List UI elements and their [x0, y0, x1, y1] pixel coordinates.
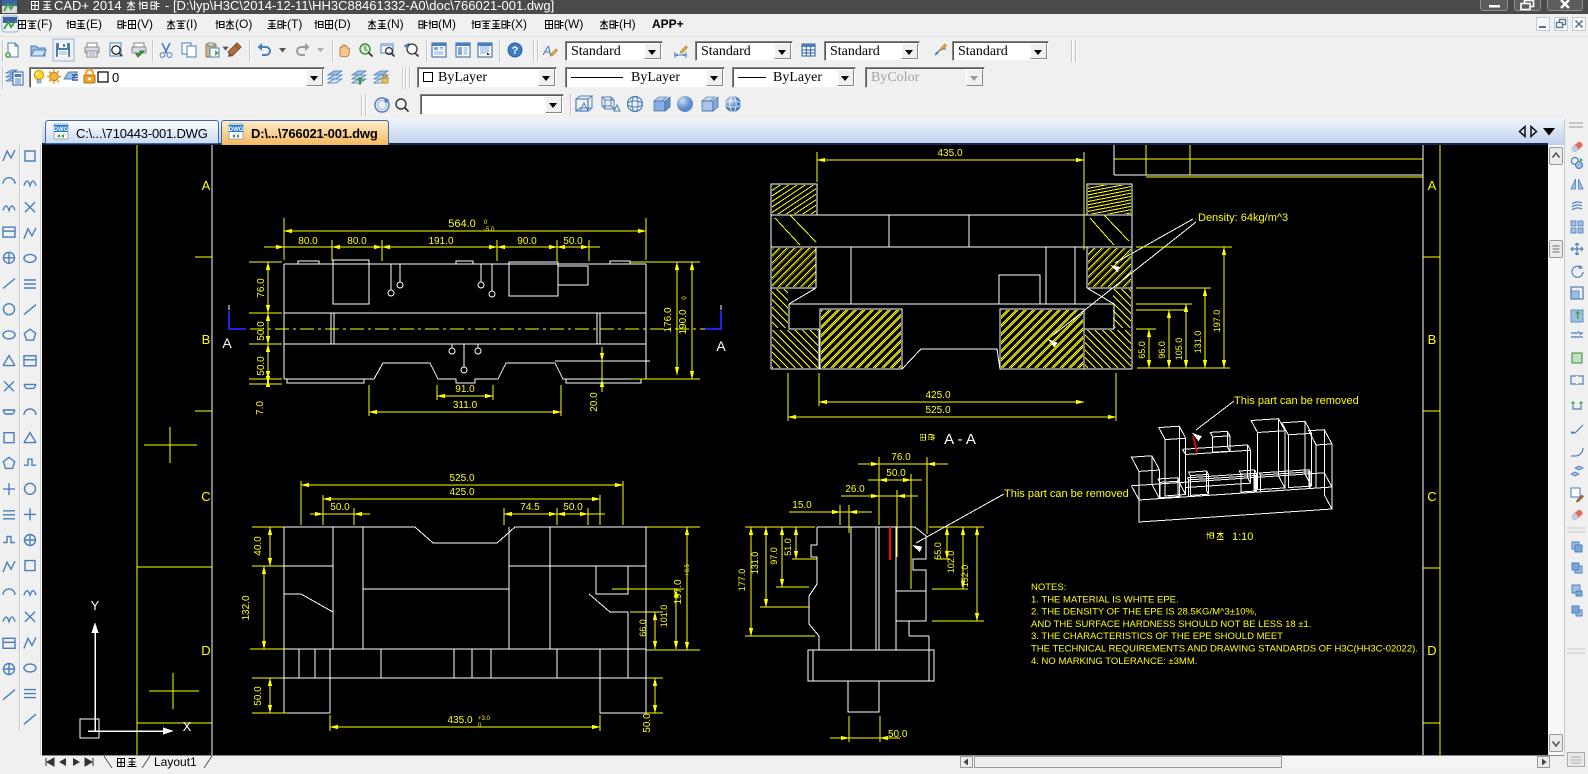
svg-text:176.0: 176.0 [663, 307, 674, 332]
svg-text:This part can be removed: This part can be removed [1234, 395, 1359, 407]
svg-text:AND THE SURFACE HARDNESS SHOUL: AND THE SURFACE HARDNESS SHOULD NOT BE L… [1031, 619, 1311, 630]
svg-text:B: B [202, 332, 211, 347]
svg-text:80.0: 80.0 [347, 236, 367, 247]
svg-text:Layout1: Layout1 [154, 755, 197, 769]
svg-text:(E): (E) [86, 17, 102, 31]
svg-text:(I): (I) [186, 17, 197, 31]
svg-text:1:10: 1:10 [1232, 531, 1253, 543]
svg-text:55.0: 55.0 [933, 542, 943, 560]
svg-text:This part can be removed: This part can be removed [1004, 488, 1129, 500]
svg-text:15.0: 15.0 [792, 500, 812, 511]
svg-text:3. THE CHARACTERISTICS OF THE: 3. THE CHARACTERISTICS OF THE EPE SHOULD… [1031, 631, 1283, 642]
svg-text:A: A [716, 338, 726, 354]
svg-text:+0.5: +0.5 [685, 563, 691, 576]
svg-text:564.0: 564.0 [448, 218, 476, 230]
svg-text:525.0: 525.0 [925, 405, 950, 416]
svg-text:105.0: 105.0 [1174, 338, 1184, 361]
svg-text:A: A [1428, 178, 1437, 193]
svg-text:311.0: 311.0 [453, 400, 478, 411]
svg-text:425.0: 425.0 [925, 390, 950, 401]
svg-text:- [D:\lyp\H3C\2014-12-11\HH3C8: - [D:\lyp\H3C\2014-12-11\HH3C88461332-A0… [165, 0, 554, 13]
svg-text:C: C [201, 489, 210, 504]
svg-text:50.0: 50.0 [886, 468, 906, 479]
svg-text:435.0: 435.0 [937, 148, 962, 159]
svg-text:132.0: 132.0 [241, 595, 252, 620]
svg-text:B: B [1428, 332, 1437, 347]
svg-text:425.0: 425.0 [449, 487, 474, 498]
svg-text:190.0: 190.0 [678, 309, 689, 334]
svg-text:(H): (H) [619, 17, 636, 31]
svg-text:(W): (W) [564, 17, 583, 31]
svg-text:102.0: 102.0 [946, 551, 956, 574]
svg-text:(N): (N) [387, 17, 404, 31]
svg-text:74.5: 74.5 [520, 502, 540, 513]
svg-text:91.0: 91.0 [455, 384, 475, 395]
svg-text:0: 0 [478, 723, 482, 729]
svg-text:1. THE MATERIAL IS WHITE EPE.: 1. THE MATERIAL IS WHITE EPE. [1031, 594, 1179, 605]
svg-text:0: 0 [112, 70, 119, 85]
svg-text:0: 0 [484, 220, 488, 226]
svg-text:65.0: 65.0 [1137, 341, 1147, 359]
svg-text:131.0: 131.0 [1193, 331, 1203, 354]
svg-text:50.0: 50.0 [642, 713, 653, 733]
svg-text:A - A: A - A [944, 431, 976, 448]
svg-text:191.0: 191.0 [428, 236, 453, 247]
svg-text:50.0: 50.0 [330, 502, 350, 513]
svg-text:0: 0 [682, 296, 688, 300]
svg-text:Density: 64kg/m^3: Density: 64kg/m^3 [1198, 212, 1288, 224]
svg-text:66.0: 66.0 [638, 619, 648, 637]
svg-text:435.0: 435.0 [447, 715, 472, 726]
svg-text:96.0: 96.0 [1157, 341, 1167, 359]
svg-text:76.0: 76.0 [891, 452, 911, 463]
svg-text:40.0: 40.0 [253, 536, 264, 556]
svg-text:A: A [222, 335, 232, 351]
svg-text:50.0: 50.0 [253, 686, 264, 706]
svg-text:152.0: 152.0 [960, 565, 970, 588]
svg-text:97.0: 97.0 [769, 547, 779, 565]
svg-text:-5.0: -5.0 [484, 227, 495, 233]
svg-text:C: C [1427, 489, 1436, 504]
svg-text:197.0: 197.0 [1212, 310, 1222, 333]
svg-text:26.0: 26.0 [845, 484, 865, 495]
svg-text:?: ? [512, 45, 519, 57]
svg-text:50.0: 50.0 [563, 502, 583, 513]
svg-text:50.0: 50.0 [256, 356, 267, 376]
svg-text:(D): (D) [334, 17, 351, 31]
svg-text:D: D [201, 643, 210, 658]
svg-text:4. NO MARKING TOLERANCE: ±3MM.: 4. NO MARKING TOLERANCE: ±3MM. [1031, 656, 1197, 667]
svg-text:2. THE DENSITY OF THE EPE IS 2: 2. THE DENSITY OF THE EPE IS 28.5KG/M^3±… [1031, 607, 1257, 618]
svg-text:50.0: 50.0 [563, 236, 583, 247]
svg-text:76.0: 76.0 [256, 278, 267, 298]
svg-text:7.0: 7.0 [255, 401, 266, 415]
svg-text:90.0: 90.0 [517, 236, 537, 247]
svg-text:THE TECHNICAL REQUIREMENTS AND: THE TECHNICAL REQUIREMENTS AND DRAWING S… [1031, 644, 1418, 655]
svg-text:(O): (O) [235, 17, 252, 31]
svg-text:525.0: 525.0 [449, 473, 474, 484]
svg-text:APP+: APP+ [652, 17, 684, 31]
svg-text:(F): (F) [37, 17, 52, 31]
svg-text:50.0: 50.0 [888, 729, 908, 740]
svg-text:177.0: 177.0 [737, 569, 747, 592]
svg-text:(X): (X) [511, 17, 527, 31]
svg-text:50.0: 50.0 [256, 321, 267, 341]
svg-text:80.0: 80.0 [298, 236, 318, 247]
svg-text:(V): (V) [137, 17, 153, 31]
svg-text:(M): (M) [438, 17, 456, 31]
svg-text:+3.0: +3.0 [478, 716, 491, 722]
svg-text:X: X [183, 719, 192, 734]
svg-text:51.0: 51.0 [783, 538, 793, 556]
svg-text:101.0: 101.0 [659, 605, 669, 628]
svg-text:197.0: 197.0 [673, 579, 684, 604]
svg-text:D: D [1427, 643, 1436, 658]
svg-text:A: A [202, 178, 211, 193]
svg-text:20.0: 20.0 [589, 392, 600, 412]
svg-text:CAD+ 2014: CAD+ 2014 [54, 0, 122, 13]
svg-text:Y: Y [91, 598, 100, 613]
svg-text:(T): (T) [287, 17, 302, 31]
svg-text:NOTES:: NOTES: [1031, 582, 1066, 593]
